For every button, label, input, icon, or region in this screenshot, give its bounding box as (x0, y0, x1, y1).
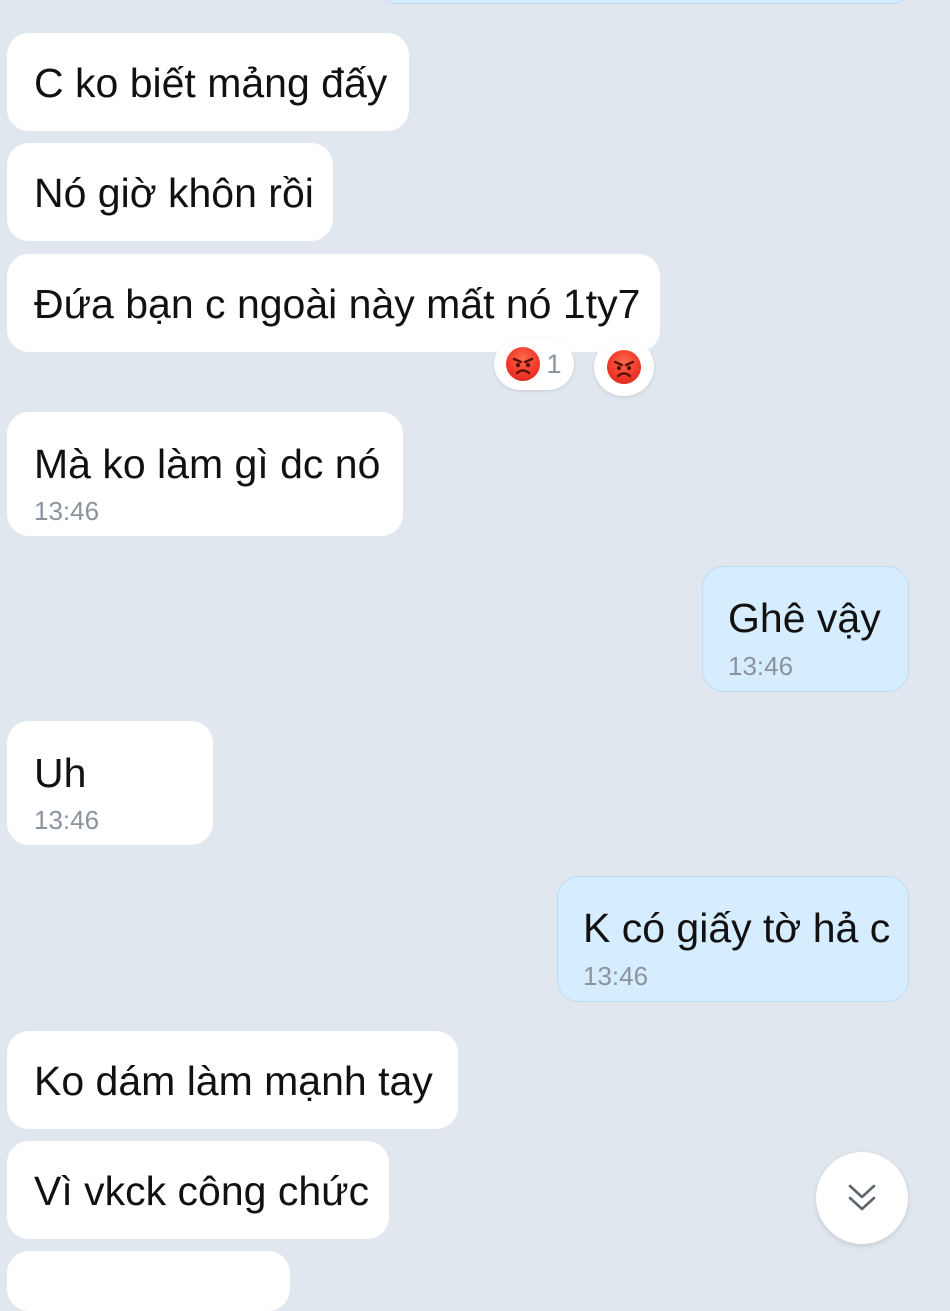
reaction-count: 1 (546, 348, 562, 379)
message-timestamp: 13:46 (728, 651, 794, 681)
message-bubble-incoming[interactable]: Đứa bạn c ngoài này mất nó 1ty7 (7, 254, 660, 352)
message-text: K có giấy tờ hả c (583, 905, 891, 951)
reaction-summary[interactable]: 1 (494, 338, 574, 390)
message-bubble-incoming[interactable]: Uh 13:46 (7, 721, 213, 845)
message-timestamp: 13:46 (34, 496, 100, 526)
message-bubble-incoming-partial[interactable] (7, 1251, 290, 1311)
message-bubble-incoming[interactable]: Vì vkck công chức (7, 1141, 389, 1239)
message-bubble-incoming[interactable]: C ko biết mảng đấy (7, 33, 409, 131)
message-text: C ko biết mảng đấy (34, 60, 388, 106)
angry-face-icon (607, 350, 641, 384)
double-chevron-down-icon (848, 1184, 876, 1211)
chat-message-list[interactable]: C ko biết mảng đấy Nó giờ khôn rồi Đứa b… (0, 0, 950, 1311)
message-bubble-incoming[interactable]: Ko dám làm mạnh tay (7, 1031, 458, 1129)
message-text: Vì vkck công chức (34, 1168, 370, 1214)
message-text: Ghê vậy (728, 595, 881, 641)
scroll-to-bottom-button[interactable] (816, 1152, 908, 1244)
message-timestamp: 13:46 (34, 805, 100, 835)
message-text: Đứa bạn c ngoài này mất nó 1ty7 (34, 281, 641, 327)
message-bubble-outgoing-partial[interactable] (380, 0, 910, 4)
message-bubble-outgoing[interactable]: K có giấy tờ hả c 13:46 (557, 876, 909, 1002)
message-bubble-incoming[interactable]: Nó giờ khôn rồi (7, 143, 333, 241)
message-text: Nó giờ khôn rồi (34, 170, 314, 216)
message-timestamp: 13:46 (583, 961, 649, 991)
message-bubble-incoming[interactable]: Mà ko làm gì dc nó 13:46 (7, 412, 403, 536)
message-bubble-outgoing[interactable]: Ghê vậy 13:46 (702, 566, 909, 692)
add-reaction-button[interactable] (594, 338, 654, 396)
angry-face-icon (506, 347, 541, 381)
message-text: Mà ko làm gì dc nó (34, 441, 381, 487)
message-text: Ko dám làm mạnh tay (34, 1058, 433, 1104)
message-text: Uh (34, 750, 87, 796)
